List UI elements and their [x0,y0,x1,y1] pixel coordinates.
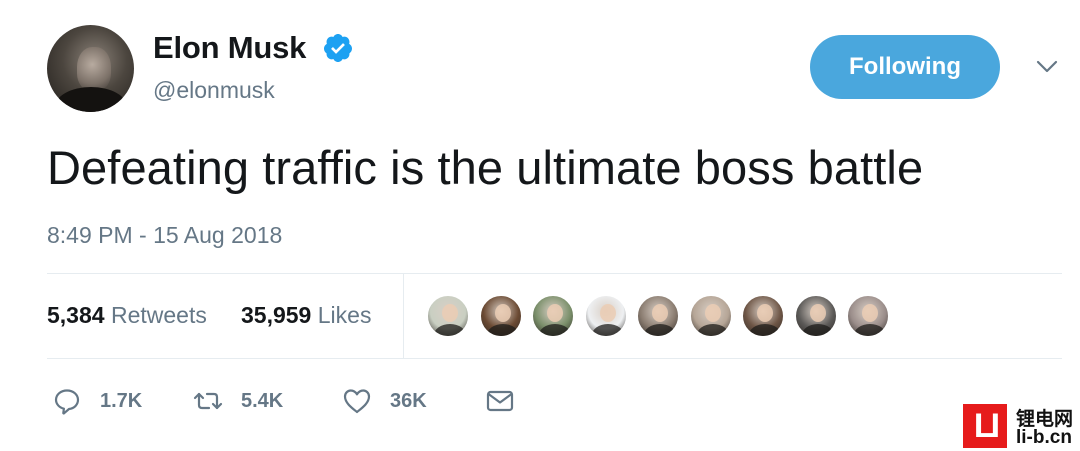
like-button[interactable]: 36K [342,384,427,418]
author-handle[interactable]: @elonmusk [153,77,275,104]
retweets-count: 5,384 [47,302,105,328]
retweet-count: 5.4K [241,389,284,412]
liker-avatar[interactable] [846,294,890,338]
liker-avatar[interactable] [531,294,575,338]
liker-avatar-body [644,324,676,336]
liker-avatar-body [591,324,624,336]
liker-avatar-head [652,304,668,322]
liker-avatar-head [704,304,721,322]
liker-avatar-body [434,324,466,336]
liker-avatar[interactable] [793,294,838,338]
liker-avatar[interactable] [478,294,523,338]
reply-icon [54,389,80,415]
liker-avatar-body [539,324,571,336]
liker-avatar-head [547,304,563,322]
liker-avatar-head [862,304,878,322]
retweet-button[interactable]: 5.4K [193,384,283,418]
liker-avatar[interactable] [583,294,628,338]
liker-avatar-body [696,324,729,336]
author-avatar[interactable] [47,25,134,112]
likes-label: Likes [317,302,372,328]
liker-avatar-head [757,304,773,322]
liker-avatar-head [494,304,511,322]
retweet-icon [193,392,223,410]
likes-count: 35,959 [241,302,312,328]
direct-message-button[interactable] [485,384,515,418]
divider-top [47,273,1062,274]
divider-bottom [47,358,1062,359]
liker-avatar[interactable] [426,294,470,338]
envelope-icon [486,390,514,412]
liker-avatar-head [442,304,458,322]
following-button[interactable]: Following [810,35,1000,99]
liker-avatar-head [599,304,616,322]
retweets-label: Retweets [110,302,207,328]
liker-avatar[interactable] [688,294,733,338]
liker-avatar[interactable] [741,294,785,338]
author-name[interactable]: Elon Musk [153,30,306,66]
liker-avatar-body [854,324,886,336]
heart-icon [343,389,371,414]
chevron-down-icon[interactable] [1034,57,1060,77]
tweet-card: Elon Musk @elonmusk Following Defeating … [0,0,1080,451]
liker-avatar-head [809,304,826,322]
watermark-domain: li-b.cn [1016,427,1072,448]
like-count: 36K [390,389,427,412]
liker-avatar-body [486,324,519,336]
reply-count: 1.7K [100,389,143,412]
verified-badge-icon [323,34,352,62]
liker-avatar[interactable] [636,294,680,338]
tweet-timestamp[interactable]: 8:49 PM - 15 Aug 2018 [47,222,282,249]
retweets-stat[interactable]: 5,384 Retweets [47,302,207,329]
liker-avatar-body [749,324,781,336]
avatar-shoulders [55,87,127,112]
stats-divider [403,274,404,358]
avatar-face [77,47,111,91]
reply-button[interactable]: 1.7K [52,384,142,418]
likes-stat[interactable]: 35,959 Likes [241,302,371,329]
liker-avatar-body [801,324,834,336]
watermark-logo: LI [963,404,1007,448]
tweet-text: Defeating traffic is the ultimate boss b… [47,141,924,194]
